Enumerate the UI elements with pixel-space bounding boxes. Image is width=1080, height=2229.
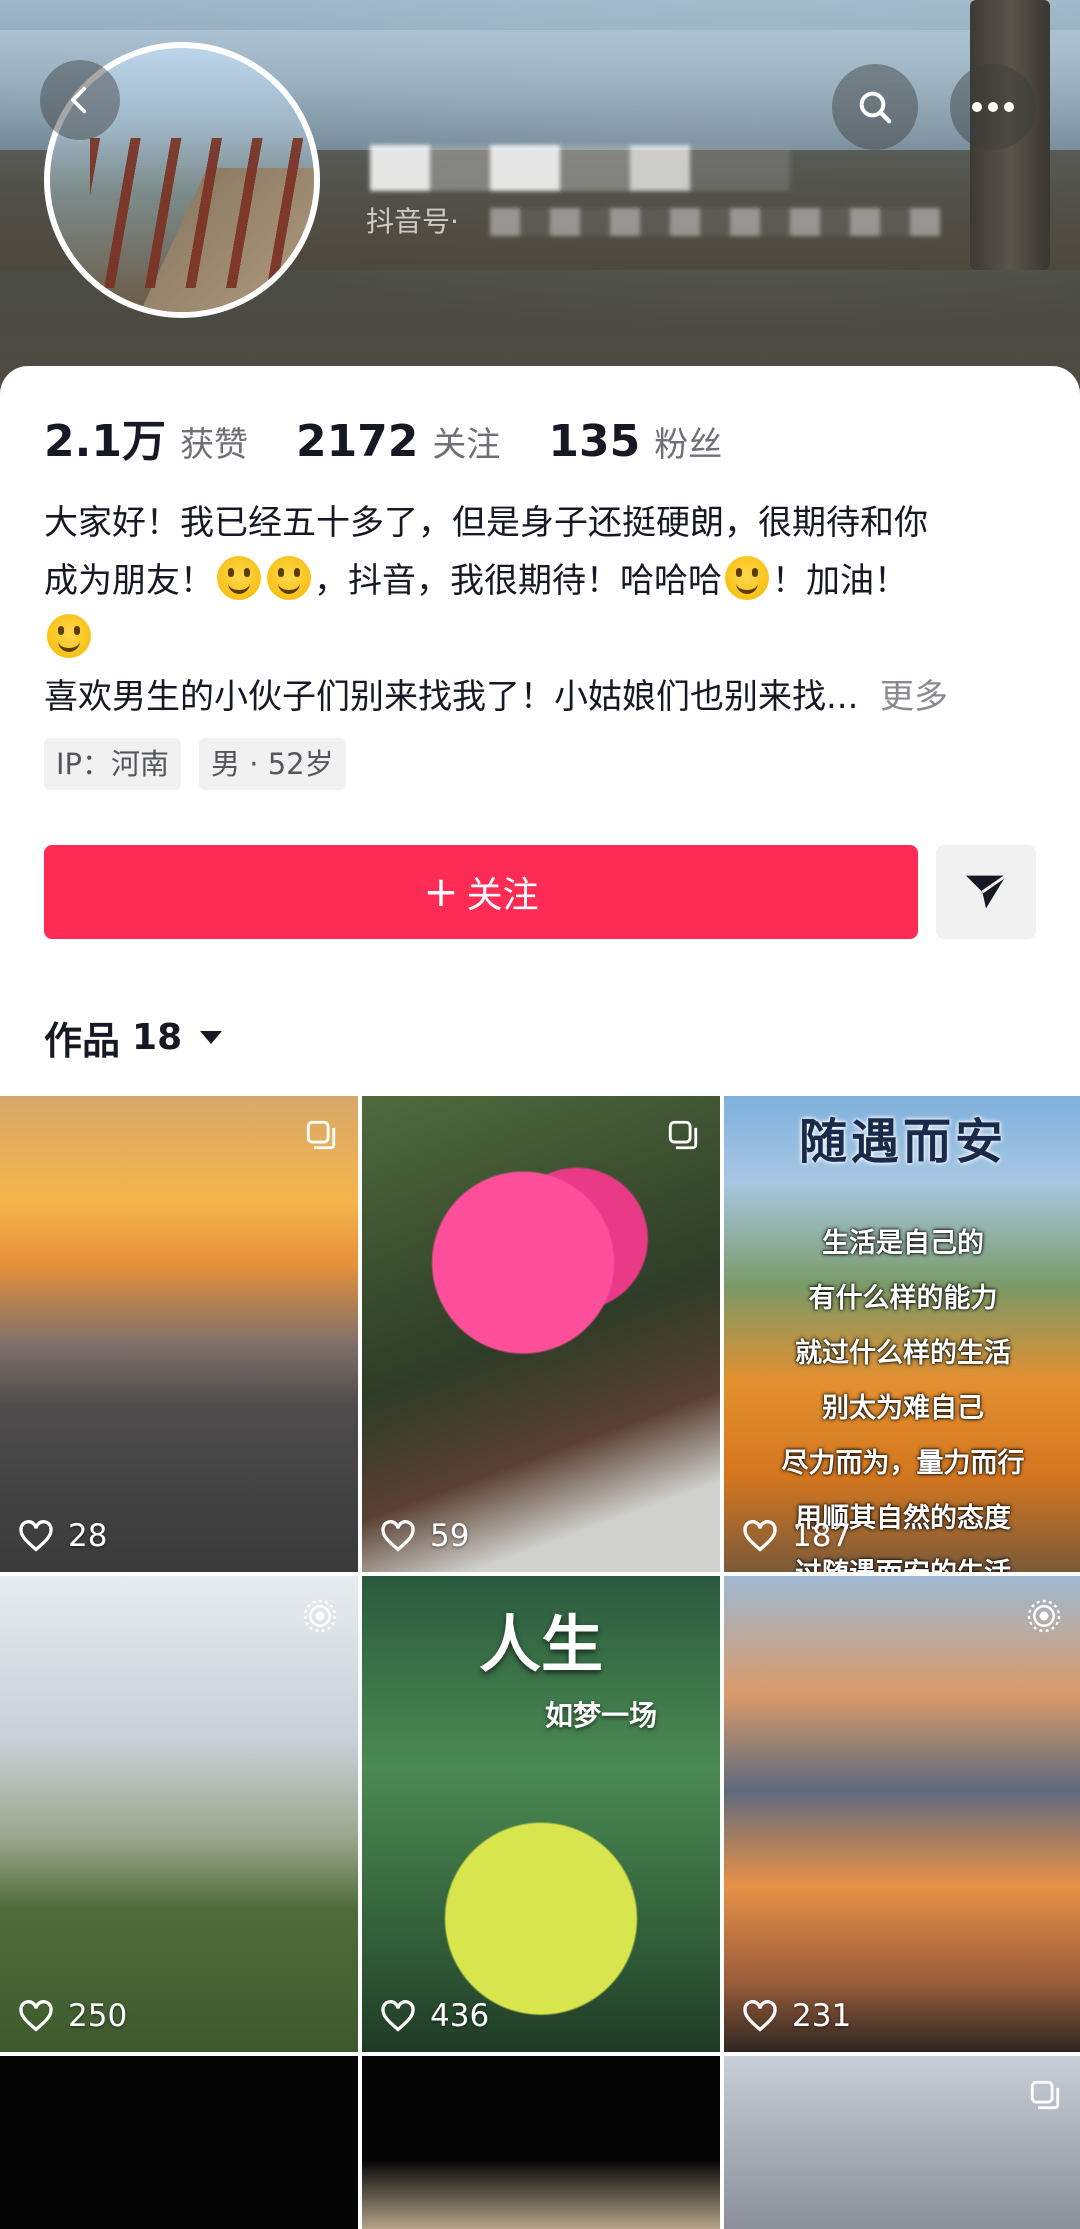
heart-icon <box>743 2000 777 2032</box>
send-message-button[interactable] <box>936 845 1036 939</box>
work-tile[interactable]: 59 <box>362 1096 720 1572</box>
profile-bio[interactable]: 大家好！我已经五十多了，但是身子还挺硬朗，很期待和你 成为朋友！ ，抖音，我很期待… <box>44 494 1044 726</box>
works-grid: 28 59 随遇而安 生活是自己的 有什么样的能力 就过什么样的生活 别太为难自… <box>0 1096 1080 2229</box>
avatar-railing <box>90 138 314 288</box>
like-count: 28 <box>18 1518 107 1554</box>
like-count-value: 28 <box>68 1518 108 1554</box>
tile-poem-line: 别太为难自己 <box>822 1393 984 1424</box>
like-count: 250 <box>18 1998 127 2034</box>
blush-emoji-icon <box>47 614 91 658</box>
more-options-button[interactable] <box>950 64 1036 150</box>
bio-line-3 <box>44 610 1044 668</box>
stat-likes-value: 2.1万 <box>44 416 166 467</box>
works-tab[interactable]: 作品 18 <box>44 1010 223 1065</box>
like-count: 436 <box>380 1998 489 2034</box>
douyin-id-label: 抖音号· <box>366 205 459 238</box>
work-tile[interactable]: 人生 如梦一场 436 <box>362 1576 720 2052</box>
username-pixelated <box>370 145 790 191</box>
heart-icon <box>19 1520 53 1552</box>
work-tile[interactable] <box>362 2056 720 2229</box>
douyin-id-pixelated <box>490 208 940 236</box>
like-count-value: 250 <box>68 1998 128 2034</box>
like-count-value: 59 <box>430 1518 470 1554</box>
smiley-emoji-icon <box>725 556 769 600</box>
multi-image-icon <box>1028 2078 1062 2116</box>
stats-row: 2.1万 获赞 2172 关注 135 粉丝 <box>44 405 770 467</box>
live-photo-icon <box>302 1598 338 1638</box>
like-count-value: 436 <box>430 1998 490 2034</box>
stat-following[interactable]: 2172 关注 <box>296 416 500 467</box>
like-count: 231 <box>742 1998 851 2034</box>
search-icon <box>859 91 892 124</box>
plus-icon: + <box>423 867 459 916</box>
more-dots-icon <box>972 102 1014 112</box>
profile-tags: IP：河南 男 · 52岁 <box>44 738 364 790</box>
tile-title-text: 随遇而安 <box>798 1114 1007 1170</box>
stat-following-value: 2172 <box>295 416 419 467</box>
work-tile[interactable]: 随遇而安 生活是自己的 有什么样的能力 就过什么样的生活 别太为难自己 尽力而为… <box>724 1096 1080 1572</box>
tile-poem-line: 尽力而为，量力而行 <box>781 1448 1025 1479</box>
work-tile[interactable]: 250 <box>0 1576 358 2052</box>
like-count: 59 <box>380 1518 469 1554</box>
heart-icon <box>381 2000 415 2032</box>
stat-followers-label: 粉丝 <box>654 425 723 465</box>
stat-followers[interactable]: 135 粉丝 <box>548 416 722 467</box>
gender-age-tag: 男 · 52岁 <box>199 738 346 790</box>
back-button[interactable] <box>40 60 120 140</box>
stat-following-label: 关注 <box>432 425 501 465</box>
bio-line-4-text: 喜欢男生的小伙子们别来找我了！小姑娘们也别来找... <box>44 677 859 717</box>
like-count-value: 231 <box>792 1998 852 2034</box>
smiley-emoji-icon <box>217 556 261 600</box>
heart-icon <box>19 2000 53 2032</box>
bio-line-2: 成为朋友！ ，抖音，我很期待！哈哈哈 ！加油！ <box>44 552 1044 610</box>
tile-poem-line: 就过什么样的生活 <box>795 1338 1011 1369</box>
bio-line-2c: ！加油！ <box>772 561 908 601</box>
search-button[interactable] <box>832 64 918 150</box>
follow-button-label: 关注 <box>466 875 539 916</box>
bio-more-link[interactable]: 更多 <box>880 677 948 717</box>
stat-likes[interactable]: 2.1万 获赞 <box>44 405 248 469</box>
heart-icon <box>743 1520 777 1552</box>
paper-plane-icon <box>966 874 1007 909</box>
chevron-left-icon <box>71 86 87 114</box>
tile-poem-line: 生活是自己的 <box>822 1228 984 1259</box>
live-photo-icon <box>1026 1598 1062 1638</box>
dropdown-arrow-icon <box>200 1031 223 1044</box>
work-tile[interactable] <box>0 2056 358 2229</box>
bio-line-2a: 成为朋友！ <box>44 561 214 601</box>
tile-title-text: 人生 <box>478 1608 603 1681</box>
bio-line-1: 大家好！我已经五十多了，但是身子还挺硬朗，很期待和你 <box>44 503 928 543</box>
works-tab-label: 作品 <box>44 1019 121 1063</box>
works-tab-count: 18 <box>132 1017 183 1058</box>
multi-image-icon <box>304 1118 338 1156</box>
ip-location-tag: IP：河南 <box>44 738 182 790</box>
grin-emoji-icon <box>267 556 311 600</box>
work-tile[interactable]: 28 <box>0 1096 358 1572</box>
tile-poem-line: 有什么样的能力 <box>808 1283 998 1314</box>
stat-likes-label: 获赞 <box>179 425 248 465</box>
bio-line-2b: ，抖音，我很期待！哈哈哈 <box>314 561 722 601</box>
work-tile[interactable] <box>724 2056 1080 2229</box>
like-count: 187 <box>742 1518 851 1554</box>
follow-button[interactable]: + 关注 <box>44 845 918 939</box>
work-tile[interactable]: 231 <box>724 1576 1080 2052</box>
stat-followers-value: 135 <box>548 416 641 467</box>
multi-image-icon <box>666 1118 700 1156</box>
tile-subtitle-text: 如梦一场 <box>544 1699 657 1732</box>
bio-line-4: 喜欢男生的小伙子们别来找我了！小姑娘们也别来找... 更多 <box>44 668 1044 726</box>
heart-icon <box>381 1520 415 1552</box>
like-count-value: 187 <box>792 1518 852 1554</box>
